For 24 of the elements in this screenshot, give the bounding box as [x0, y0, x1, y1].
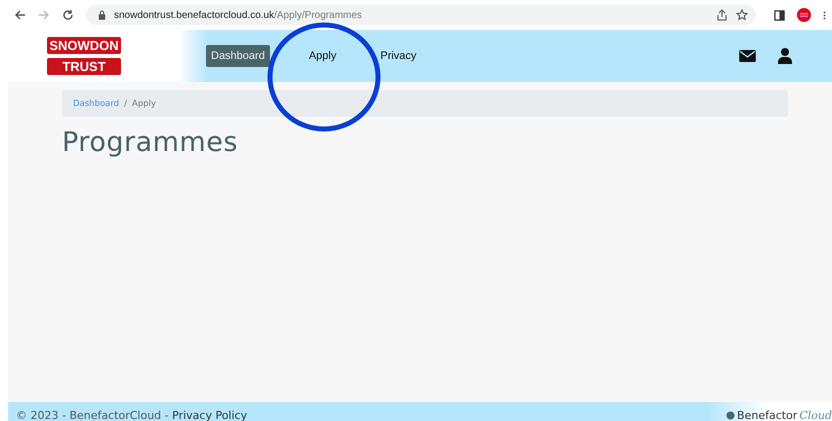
lock-icon	[98, 10, 106, 20]
back-icon[interactable]	[14, 9, 26, 21]
mail-icon[interactable]	[739, 50, 756, 62]
url-text: snowdontrust.benefactorcloud.co.uk/Apply/Programmes	[114, 10, 362, 20]
side-panel-icon[interactable]	[774, 10, 785, 20]
logo-text: TRUST	[47, 58, 121, 75]
extension-icon[interactable]	[797, 8, 811, 22]
star-icon[interactable]	[736, 9, 748, 21]
more-icon[interactable]	[823, 10, 826, 20]
page-title: Programmes	[62, 127, 239, 158]
brand-logo: Benefactor Cloud	[726, 409, 832, 421]
breadcrumb-separator: /	[124, 98, 127, 108]
reload-icon[interactable]	[62, 9, 74, 21]
footer-text: © 2023 - BenefactorCloud - Privacy Policy	[16, 409, 248, 421]
nav-link[interactable]: Privacy	[375, 45, 422, 67]
share-icon[interactable]	[716, 9, 728, 21]
cloud-icon	[726, 411, 736, 420]
privacy-link[interactable]: Privacy Policy	[172, 409, 248, 421]
logo-text: SNOWDON	[47, 37, 121, 54]
address-bar[interactable]: snowdontrust.benefactorcloud.co.uk/Apply/Programmes	[86, 5, 756, 25]
breadcrumb-current: Apply	[132, 98, 156, 108]
nav-link[interactable]: Apply	[304, 45, 342, 67]
nav-link[interactable]: Dashboard	[206, 45, 270, 67]
user-icon[interactable]	[778, 48, 792, 64]
